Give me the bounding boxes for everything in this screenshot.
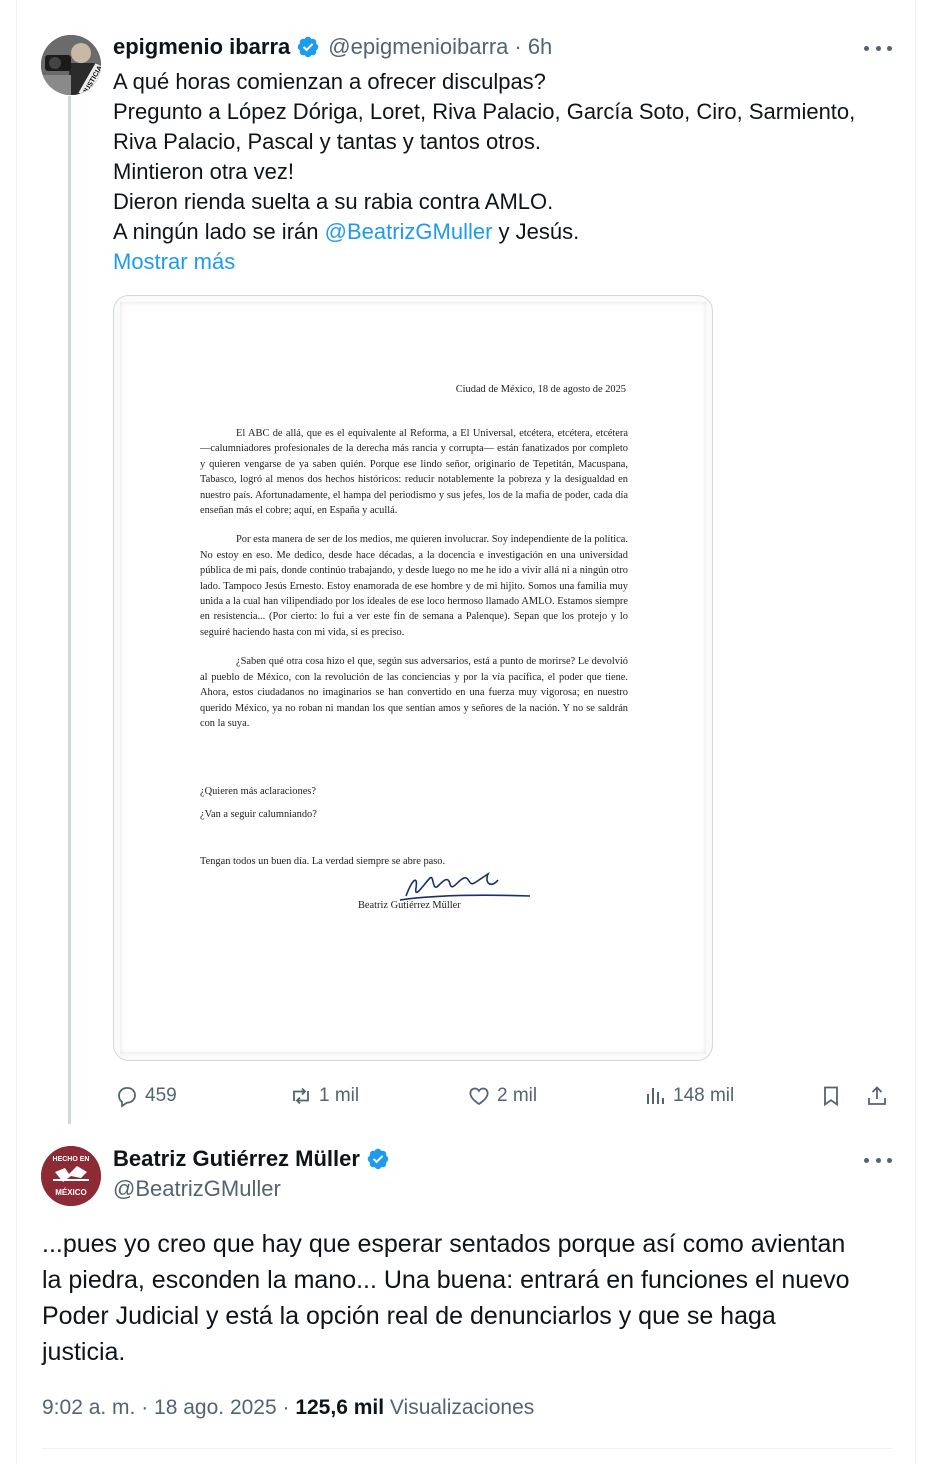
letter-paragraph: El ABC de allá, que es el equivalente al… bbox=[200, 428, 628, 517]
user-handle[interactable]: @epigmenioibarra bbox=[328, 34, 508, 60]
share-icon bbox=[868, 1086, 886, 1105]
mention-link[interactable]: @BeatrizGMuller bbox=[325, 219, 493, 244]
letter-paragraph: Por esta manera de ser de los medios, me… bbox=[200, 534, 628, 638]
repost-count: 1 mil bbox=[319, 1085, 360, 1106]
letter-page: Ciudad de México, 18 de agosto de 2025 E… bbox=[120, 302, 706, 1054]
views-label: Visualizaciones bbox=[384, 1396, 535, 1419]
tweet-line: ...pues yo creo que hay que esperar sent… bbox=[42, 1230, 846, 1258]
display-name[interactable]: epigmenio ibarra bbox=[113, 34, 290, 60]
user-handle[interactable]: @BeatrizGMuller bbox=[113, 1176, 281, 1202]
repost-button[interactable]: 1 mil bbox=[289, 1078, 359, 1114]
more-options-icon[interactable] bbox=[864, 43, 892, 53]
tweet-line: Pregunto a López Dóriga, Loret, Riva Pal… bbox=[113, 99, 856, 124]
tweet-action-bar: 459 1 mil 2 mil 148 mil bbox=[113, 1078, 893, 1114]
verified-badge-icon[interactable] bbox=[366, 1147, 390, 1171]
reply-button[interactable]: 459 bbox=[115, 1078, 177, 1114]
tweet-text: ...pues yo creo que hay que esperar sent… bbox=[42, 1226, 892, 1370]
tweet1-header: epigmenio ibarra @epigmenioibarra · 6h bbox=[113, 34, 552, 60]
letter-body: El ABC de allá, que es el equivalente al… bbox=[200, 426, 628, 731]
letter-paragraph: ¿Saben qué otra cosa hizo el que, según … bbox=[200, 656, 628, 729]
avatar[interactable]: HECHO EN MÉXICO bbox=[41, 1146, 101, 1206]
tweet2-handle-row: @BeatrizGMuller bbox=[113, 1176, 281, 1202]
repost-icon bbox=[293, 1087, 309, 1105]
tweet-line: Poder Judicial y está la opción real de … bbox=[42, 1302, 776, 1330]
divider bbox=[42, 1448, 892, 1449]
letter-question: ¿Van a seguir calumniando? bbox=[200, 809, 317, 820]
heart-icon bbox=[469, 1087, 489, 1106]
verified-badge-icon[interactable] bbox=[296, 35, 320, 59]
signature-name: Beatriz Gutiérrez Müller bbox=[358, 900, 461, 911]
avatar[interactable]: JUSTICIA bbox=[41, 35, 101, 95]
more-options-icon[interactable] bbox=[864, 1155, 892, 1165]
views-count: 125,6 mil bbox=[295, 1396, 385, 1419]
hecho-en-mexico-logo-icon: HECHO EN MÉXICO bbox=[41, 1146, 101, 1206]
tweet-line: A qué horas comienzan a ofrecer disculpa… bbox=[113, 69, 546, 94]
tweet-line: Mintieron otra vez! bbox=[113, 159, 294, 184]
tweet-meta: 9:02 a. m. · 18 ago. 2025 · 125,6 mil Vi… bbox=[42, 1396, 534, 1420]
thread-connector-line bbox=[68, 96, 71, 1124]
svg-text:HECHO EN: HECHO EN bbox=[53, 1156, 90, 1163]
bookmark-button[interactable] bbox=[819, 1078, 849, 1114]
show-more-link[interactable]: Mostrar más bbox=[113, 247, 903, 277]
views-button[interactable]: 148 mil bbox=[643, 1078, 734, 1114]
tweet-line: Dieron rienda suelta a su rabia contra A… bbox=[113, 189, 554, 214]
share-button[interactable] bbox=[865, 1078, 895, 1114]
views-chart-icon bbox=[647, 1088, 664, 1104]
tweet-media-image[interactable]: Ciudad de México, 18 de agosto de 2025 E… bbox=[113, 295, 713, 1061]
reply-icon bbox=[118, 1087, 136, 1108]
tweet-timestamp[interactable]: · 6h bbox=[514, 34, 552, 60]
like-button[interactable]: 2 mil bbox=[467, 1078, 537, 1114]
views-count: 148 mil bbox=[673, 1085, 735, 1106]
tweet-line: A ningún lado se irán @BeatrizGMuller y … bbox=[113, 219, 580, 244]
svg-text:MÉXICO: MÉXICO bbox=[55, 1188, 87, 1197]
avatar-photo-icon: JUSTICIA bbox=[41, 35, 101, 95]
tweet-line: justicia. bbox=[42, 1338, 126, 1366]
tweet-line: la piedra, esconden la mano... Una buena… bbox=[42, 1266, 850, 1294]
letter-question: ¿Quieren más aclaraciones? bbox=[200, 786, 316, 797]
tweet-text: A qué horas comienzan a ofrecer disculpa… bbox=[113, 67, 903, 277]
bookmark-icon bbox=[824, 1086, 838, 1107]
display-name[interactable]: Beatriz Gutiérrez Müller bbox=[113, 1146, 360, 1172]
tweet-line: Riva Palacio, Pascal y tantas y tantos o… bbox=[113, 129, 541, 154]
tweet-timestamp[interactable]: 9:02 a. m. · 18 ago. 2025 · bbox=[42, 1396, 295, 1419]
letter-date: Ciudad de México, 18 de agosto de 2025 bbox=[455, 384, 626, 395]
like-count: 2 mil bbox=[497, 1085, 538, 1106]
reply-count: 459 bbox=[145, 1085, 177, 1106]
tweet2-header: Beatriz Gutiérrez Müller bbox=[113, 1146, 390, 1172]
